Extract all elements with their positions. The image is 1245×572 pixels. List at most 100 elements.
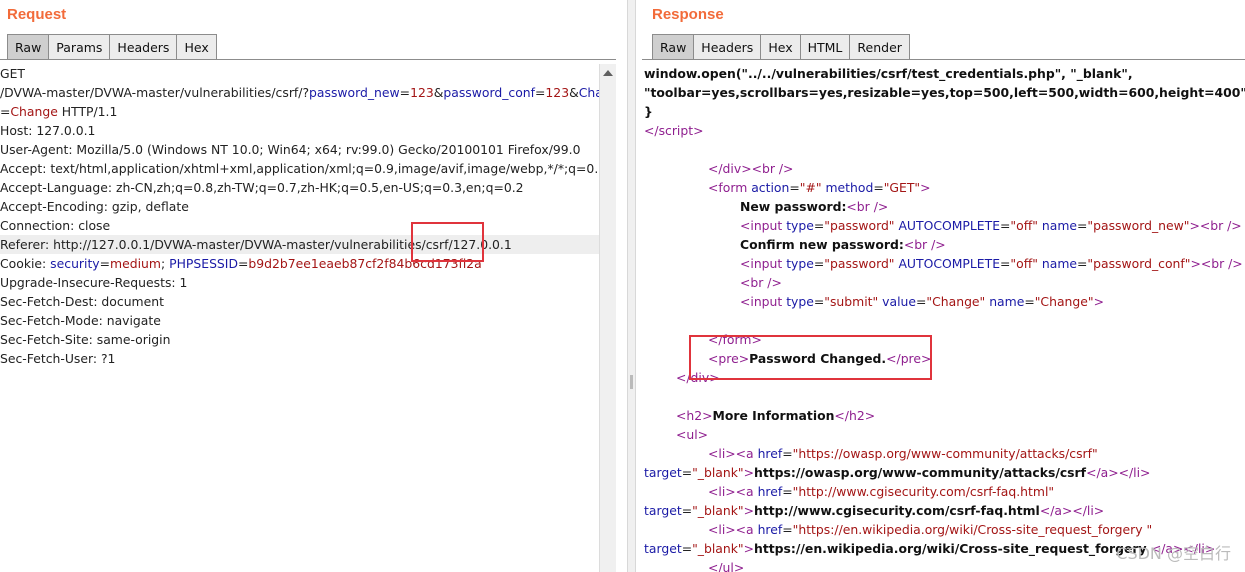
request-line-text: GET: [0, 66, 25, 81]
response-token: >: [743, 541, 754, 556]
response-token: http://www.cgisecurity.com/csrf-faq.html: [754, 503, 1040, 518]
request-token: Cookie:: [0, 256, 51, 271]
pane-splitter[interactable]: [627, 0, 636, 572]
request-editor[interactable]: GET/DVWA-master/DVWA-master/vulnerabilit…: [0, 64, 602, 572]
request-line: Accept: text/html,application/xhtml+xml,…: [0, 159, 602, 178]
response-line: <ul>: [644, 425, 1245, 444]
scroll-up-arrow-icon[interactable]: [603, 70, 613, 76]
response-token: </a>: [1086, 465, 1119, 480]
request-line: Connection: close: [0, 216, 602, 235]
response-token: >: [743, 465, 754, 480]
response-line: [644, 311, 1245, 330]
response-line: <h2>More Information</h2>: [644, 406, 1245, 425]
request-token: PHPSESSID: [169, 256, 238, 271]
splitter-grip-icon[interactable]: [630, 375, 633, 389]
response-token: <br />: [846, 199, 889, 214]
request-line: /DVWA-master/DVWA-master/vulnerabilities…: [0, 83, 602, 102]
request-tab-params[interactable]: Params: [48, 34, 111, 59]
request-token: ;: [160, 256, 170, 271]
response-token: href: [757, 484, 783, 499]
response-tab-hex[interactable]: Hex: [760, 34, 801, 59]
response-token: href: [757, 446, 783, 461]
response-token: script: [658, 123, 694, 138]
response-token: window.open("../../vulnerabilities/csrf/…: [644, 66, 1133, 81]
response-token: <form: [708, 180, 752, 195]
response-token: </a>: [1039, 503, 1073, 518]
request-line-text: Accept-Encoding: gzip, deflate: [0, 199, 189, 214]
response-token: <a: [735, 484, 758, 499]
request-scrollbar[interactable]: [599, 64, 616, 572]
request-line-text: Connection: close: [0, 218, 111, 233]
response-token: =: [782, 484, 793, 499]
response-editor[interactable]: window.open("../../vulnerabilities/csrf/…: [644, 64, 1245, 572]
response-pane: Response Raw Headers Hex HTML Render win…: [636, 0, 1245, 572]
response-token: action: [751, 180, 790, 195]
response-line: <li><a href="http://www.cgisecurity.com/…: [644, 482, 1245, 501]
response-line: <input type="password" AUTOCOMPLETE="off…: [644, 254, 1245, 273]
response-token: name: [1037, 256, 1078, 271]
response-token: https://en.wikipedia.org/wiki/Cross-site…: [754, 541, 1151, 556]
response-token: "_blank": [692, 465, 744, 480]
response-token: >: [693, 123, 704, 138]
response-token: name: [1037, 218, 1078, 233]
response-token: =: [782, 446, 793, 461]
response-tabs: Raw Headers Hex HTML Render: [652, 34, 910, 60]
response-token: "https://owasp.org/www-community/attacks…: [792, 446, 1098, 461]
response-token: "_blank": [692, 541, 744, 556]
response-line: target="_blank">http://www.cgisecurity.c…: [644, 501, 1245, 520]
request-pane: Request Raw Params Headers Hex GET/DVWA-…: [0, 0, 628, 572]
response-tab-raw[interactable]: Raw: [652, 34, 695, 59]
response-token: "password": [824, 218, 895, 233]
response-line: </div><br />: [644, 159, 1245, 178]
request-line-text: Upgrade-Insecure-Requests: 1: [0, 275, 188, 290]
response-token: target: [644, 503, 682, 518]
response-line: [644, 140, 1245, 159]
response-token: <br />: [1200, 256, 1243, 271]
response-token: AUTOCOMPLETE: [894, 218, 1001, 233]
request-token: =: [99, 256, 111, 271]
request-tab-raw[interactable]: Raw: [7, 34, 50, 59]
request-line: Sec-Fetch-Mode: navigate: [0, 311, 602, 330]
request-token: =: [535, 85, 546, 100]
request-line: Sec-Fetch-Site: same-origin: [0, 330, 602, 349]
response-token: "password": [824, 256, 895, 271]
response-tab-render[interactable]: Render: [849, 34, 910, 59]
request-tab-headers[interactable]: Headers: [109, 34, 178, 59]
request-line: User-Agent: Mozilla/5.0 (Windows NT 10.0…: [0, 140, 602, 159]
request-token: medium: [110, 256, 161, 271]
response-line: "toolbar=yes,scrollbars=yes,resizable=ye…: [644, 83, 1245, 102]
response-tab-headers[interactable]: Headers: [693, 34, 762, 59]
response-token: <br />: [903, 237, 946, 252]
response-line: }: [644, 102, 1245, 121]
response-token: "#": [799, 180, 822, 195]
response-token: >: [743, 503, 754, 518]
response-token: <a: [735, 446, 758, 461]
response-token: </li>: [1118, 465, 1151, 480]
request-line-text: Sec-Fetch-Mode: navigate: [0, 313, 161, 328]
response-token: target: [644, 465, 682, 480]
request-line: Sec-Fetch-User: ?1: [0, 349, 602, 368]
response-token: target: [644, 541, 682, 556]
response-token: =: [681, 465, 693, 480]
request-token: 123: [410, 85, 434, 100]
response-token: </li>: [1072, 503, 1105, 518]
response-token: "password_conf": [1087, 256, 1191, 271]
response-token: "submit": [824, 294, 879, 309]
request-line: Referer: http://127.0.0.1/DVWA-master/DV…: [0, 235, 602, 254]
response-line: window.open("../../vulnerabilities/csrf/…: [644, 64, 1245, 83]
response-line: <br />: [644, 273, 1245, 292]
request-line: =Change HTTP/1.1: [0, 102, 602, 121]
response-token: =: [1077, 256, 1088, 271]
response-token: <br />: [740, 275, 782, 290]
response-tab-html[interactable]: HTML: [799, 34, 851, 59]
request-token: HTTP/1.1: [57, 104, 118, 119]
response-token: >: [1190, 256, 1201, 271]
response-token: type: [786, 256, 814, 271]
response-title: Response: [652, 6, 724, 23]
request-line-text: Sec-Fetch-Site: same-origin: [0, 332, 171, 347]
response-token: </h2>: [834, 408, 876, 423]
response-token: =: [681, 503, 693, 518]
response-token: =: [916, 294, 927, 309]
password-changed-highlight-box: [689, 335, 932, 380]
request-tab-hex[interactable]: Hex: [176, 34, 217, 59]
